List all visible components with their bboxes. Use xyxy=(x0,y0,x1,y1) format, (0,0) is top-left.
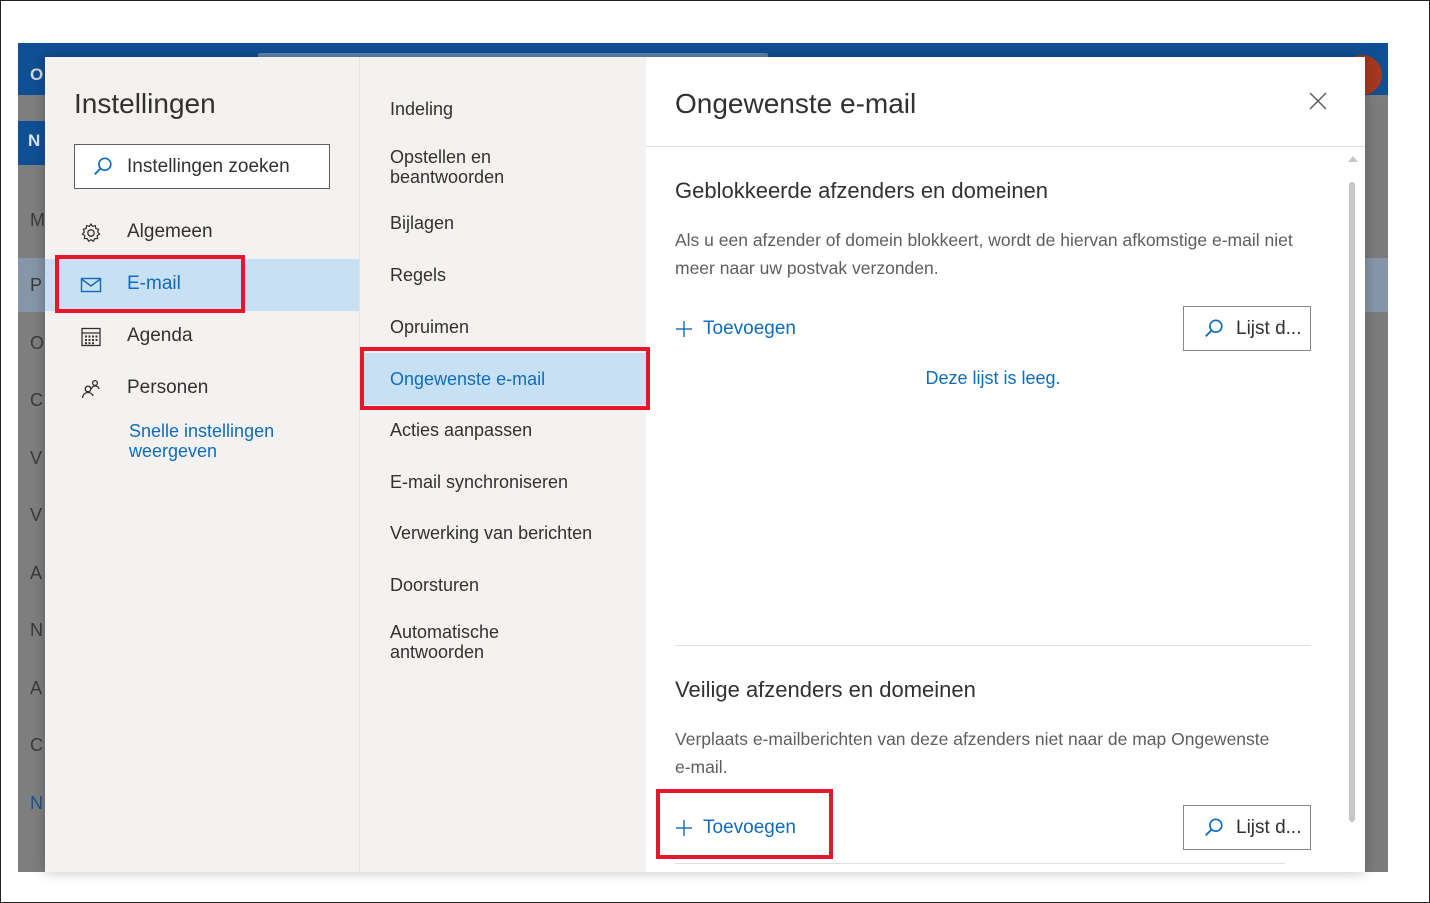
nav-item-label: Agenda xyxy=(127,325,193,346)
search-icon xyxy=(1205,818,1223,836)
settings-search-input[interactable] xyxy=(127,154,317,180)
safe-list-search-input[interactable] xyxy=(1236,816,1306,840)
nav-item-label: Personen xyxy=(127,377,209,398)
scroll-up-arrow-icon[interactable] xyxy=(1348,156,1358,162)
subnav-automatische-antwoorden[interactable]: Automatische antwoorden xyxy=(360,620,647,664)
subnav-opstellen[interactable]: Opstellen en beantwoorden xyxy=(360,145,647,189)
nav-item-label: Algemeen xyxy=(127,221,213,242)
subnav-label: Automatische antwoorden xyxy=(390,622,500,662)
safe-section-title: Veilige afzenders en domeinen xyxy=(675,677,976,702)
settings-search-box[interactable] xyxy=(74,144,330,189)
bg-folder-letter: A xyxy=(30,678,43,698)
subnav-label: Indeling xyxy=(390,99,454,119)
search-icon xyxy=(94,157,112,175)
nav-item-algemeen[interactable]: Algemeen xyxy=(45,207,359,259)
bg-folder-letter: C xyxy=(30,390,43,410)
bg-folder-letter: M xyxy=(30,210,45,230)
bg-folder-letter: V xyxy=(30,448,43,468)
add-button-label: Toevoegen xyxy=(703,318,796,339)
subnav-label: Opstellen en beantwoorden xyxy=(390,147,505,187)
blocked-add-button[interactable]: Toevoegen xyxy=(675,311,796,347)
bg-folder-letter: P xyxy=(30,275,43,295)
safe-section-description: Verplaats e-mailberichten van deze afzen… xyxy=(675,729,1270,777)
blocked-section-description: Als u een afzender of domein blokkeert, … xyxy=(675,230,1293,278)
bg-folder-letter: C xyxy=(30,735,43,755)
section-divider xyxy=(675,863,1285,864)
subnav-ongewenste-email[interactable]: Ongewenste e-mail xyxy=(360,353,647,405)
subnav-label: Opruimen xyxy=(390,317,470,337)
nav-item-email[interactable]: E-mail xyxy=(45,259,359,311)
close-icon[interactable] xyxy=(1308,91,1328,111)
subnav-indeling[interactable]: Indeling xyxy=(360,97,647,125)
safe-add-button[interactable]: Toevoegen xyxy=(675,810,796,846)
bg-folder-letter: N xyxy=(30,620,43,640)
subnav-opruimen[interactable]: Opruimen xyxy=(360,315,647,343)
nav-item-label: E-mail xyxy=(127,273,181,294)
quick-settings-link[interactable]: Snelle instellingen weergeven xyxy=(129,421,339,461)
subnav-label: Doorsturen xyxy=(390,575,480,595)
subnav-label: Acties aanpassen xyxy=(390,420,533,440)
subnav-bijlagen[interactable]: Bijlagen xyxy=(360,211,647,239)
nav-item-personen[interactable]: Personen xyxy=(45,363,359,415)
bg-folder-letter: V xyxy=(30,505,43,525)
subnav-acties-aanpassen[interactable]: Acties aanpassen xyxy=(360,418,647,446)
calendar-icon xyxy=(81,327,101,347)
scrollbar-thumb[interactable] xyxy=(1349,182,1355,822)
plus-icon xyxy=(676,820,692,836)
nav-item-agenda[interactable]: Agenda xyxy=(45,311,359,363)
subnav-label: Verwerking van berichten xyxy=(390,523,593,543)
safe-list-search-box[interactable] xyxy=(1183,805,1311,850)
subnav-label: Bijlagen xyxy=(390,213,455,233)
subnav-email-synchroniseren[interactable]: E-mail synchroniseren xyxy=(360,470,647,498)
scrollbar[interactable] xyxy=(1346,152,1358,872)
blocked-list-search-input[interactable] xyxy=(1236,317,1306,341)
subnav-regels[interactable]: Regels xyxy=(360,263,647,291)
mail-icon xyxy=(80,277,102,293)
section-divider xyxy=(675,645,1311,646)
bg-folder-letter: N xyxy=(30,793,43,813)
subnav-label: E-mail synchroniseren xyxy=(390,472,569,492)
bg-folder-letter: A xyxy=(30,563,43,583)
junk-email-panel: Ongewenste e-mail Geblokkeerde afzenders… xyxy=(646,57,1365,872)
blocked-section-title: Geblokkeerde afzenders en domeinen xyxy=(675,178,1049,203)
bg-folder-letter: O xyxy=(30,333,45,353)
blocked-list-search-box[interactable] xyxy=(1183,306,1311,351)
subnav-label: Regels xyxy=(390,265,447,285)
plus-icon xyxy=(676,321,692,337)
search-icon xyxy=(1205,319,1223,337)
subnav-verwerking[interactable]: Verwerking van berichten xyxy=(360,521,647,549)
settings-dialog: Instellingen Algemeen E-mail xyxy=(45,57,1365,872)
panel-title: Ongewenste e-mail xyxy=(675,88,917,119)
settings-title: Instellingen xyxy=(74,88,216,119)
mail-subnav-panel: Indeling Opstellen en beantwoorden Bijla… xyxy=(359,57,647,872)
add-button-label: Toevoegen xyxy=(703,817,796,838)
new-message-button: N xyxy=(18,121,48,165)
bg-message-list-edge xyxy=(1364,103,1388,872)
outlook-app-letter: O xyxy=(30,65,44,84)
subnav-label: Ongewenste e-mail xyxy=(390,369,546,389)
people-icon xyxy=(81,379,100,399)
header-divider xyxy=(646,146,1365,147)
gear-icon xyxy=(81,222,101,243)
blocked-empty-message: Deze lijst is leeg. xyxy=(925,368,1061,388)
bg-selected-message xyxy=(1364,258,1388,312)
subnav-doorsturen[interactable]: Doorsturen xyxy=(360,573,647,601)
settings-nav-panel: Instellingen Algemeen E-mail xyxy=(45,57,359,872)
